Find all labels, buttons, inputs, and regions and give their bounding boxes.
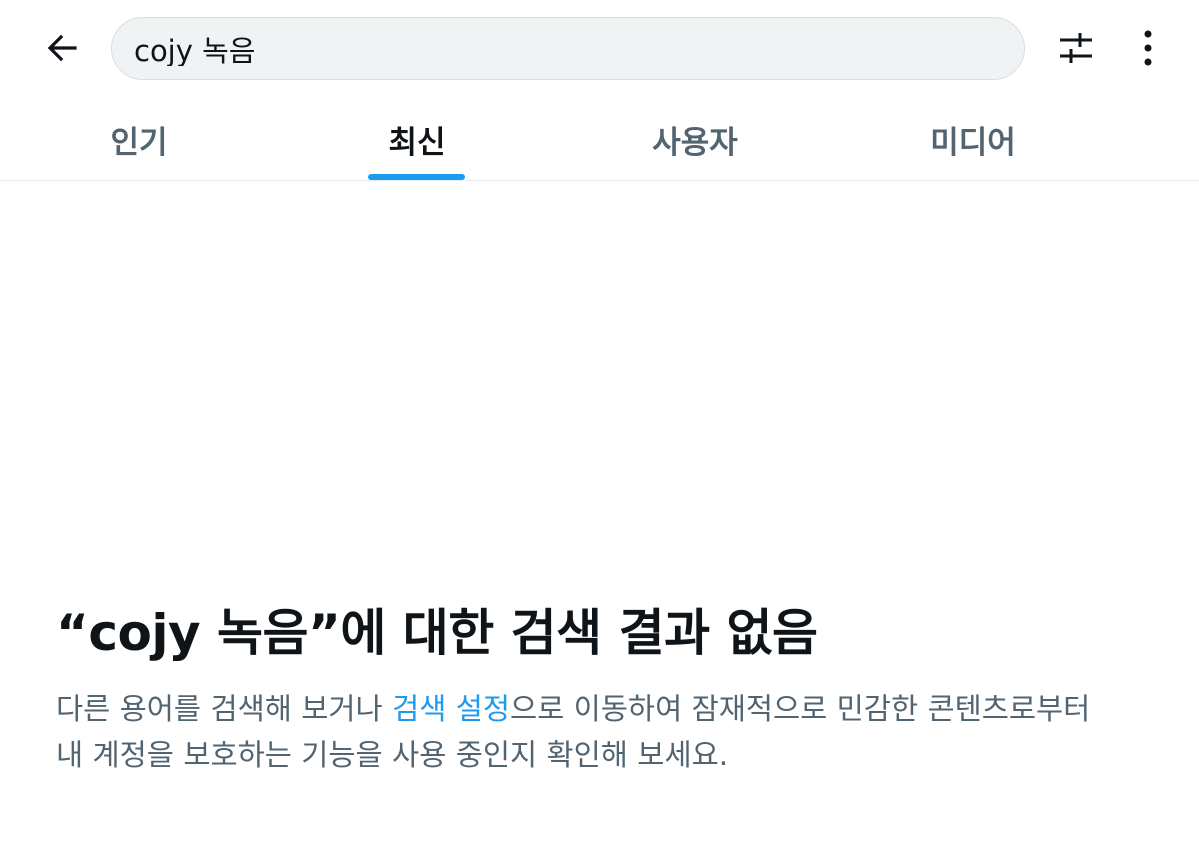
arrow-left-icon xyxy=(46,32,78,68)
search-bar[interactable] xyxy=(111,17,1025,80)
more-vertical-icon xyxy=(1142,30,1154,70)
tab-label: 인기 xyxy=(110,124,168,161)
search-tabs: 인기 최신 사용자 미디어 xyxy=(0,100,1199,181)
sliders-icon xyxy=(1058,31,1094,69)
description-text: 으로 이동하여 잠재적으로 민감한 콘텐츠로부터 xyxy=(510,692,1091,726)
tab-top[interactable]: 인기 xyxy=(0,100,278,180)
tab-media[interactable]: 미디어 xyxy=(834,100,1112,180)
more-options-button[interactable] xyxy=(1120,22,1176,78)
tab-people[interactable]: 사용자 xyxy=(556,100,834,180)
active-tab-indicator xyxy=(368,174,465,180)
empty-state-title: “cojy 녹음”에 대한 검색 결과 없음 xyxy=(56,604,818,662)
top-app-bar xyxy=(0,0,1199,100)
filter-button[interactable] xyxy=(1048,22,1104,78)
tab-label: 최신 xyxy=(388,124,446,161)
description-line-1: 다른 용어를 검색해 보거나 검색 설정으로 이동하여 잠재적으로 민감한 콘텐… xyxy=(56,686,1156,732)
back-button[interactable] xyxy=(34,22,90,78)
description-line-2: 내 계정을 보호하는 기능을 사용 중인지 확인해 보세요. xyxy=(56,738,729,772)
search-input[interactable] xyxy=(134,31,1002,66)
empty-state-description: 다른 용어를 검색해 보거나 검색 설정으로 이동하여 잠재적으로 민감한 콘텐… xyxy=(56,686,1156,778)
search-settings-link[interactable]: 검색 설정 xyxy=(392,692,510,726)
tab-label: 미디어 xyxy=(930,124,1016,161)
tab-latest[interactable]: 최신 xyxy=(278,100,556,180)
description-text: 다른 용어를 검색해 보거나 xyxy=(56,692,393,726)
tab-label: 사용자 xyxy=(652,124,738,161)
